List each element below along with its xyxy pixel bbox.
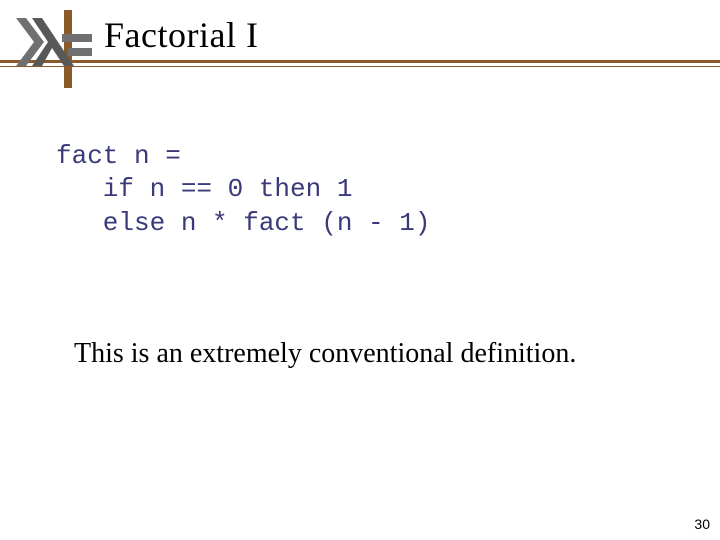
slide-title: Factorial I: [104, 14, 258, 56]
header-rule-thin: [0, 66, 720, 67]
slide-caption: This is an extremely conventional defini…: [74, 338, 576, 370]
code-block: fact n = if n == 0 then 1 else n * fact …: [56, 140, 430, 240]
page-number: 30: [694, 516, 710, 532]
slide-header: Factorial I: [0, 0, 720, 78]
code-line-1: fact n =: [56, 141, 181, 171]
haskell-lambda-icon: [12, 10, 92, 88]
code-line-3: else n * fact (n - 1): [56, 208, 430, 238]
header-rule-thick: [0, 60, 720, 63]
slide: Factorial I fact n = if n == 0 then 1 el…: [0, 0, 720, 540]
code-line-2: if n == 0 then 1: [56, 174, 352, 204]
